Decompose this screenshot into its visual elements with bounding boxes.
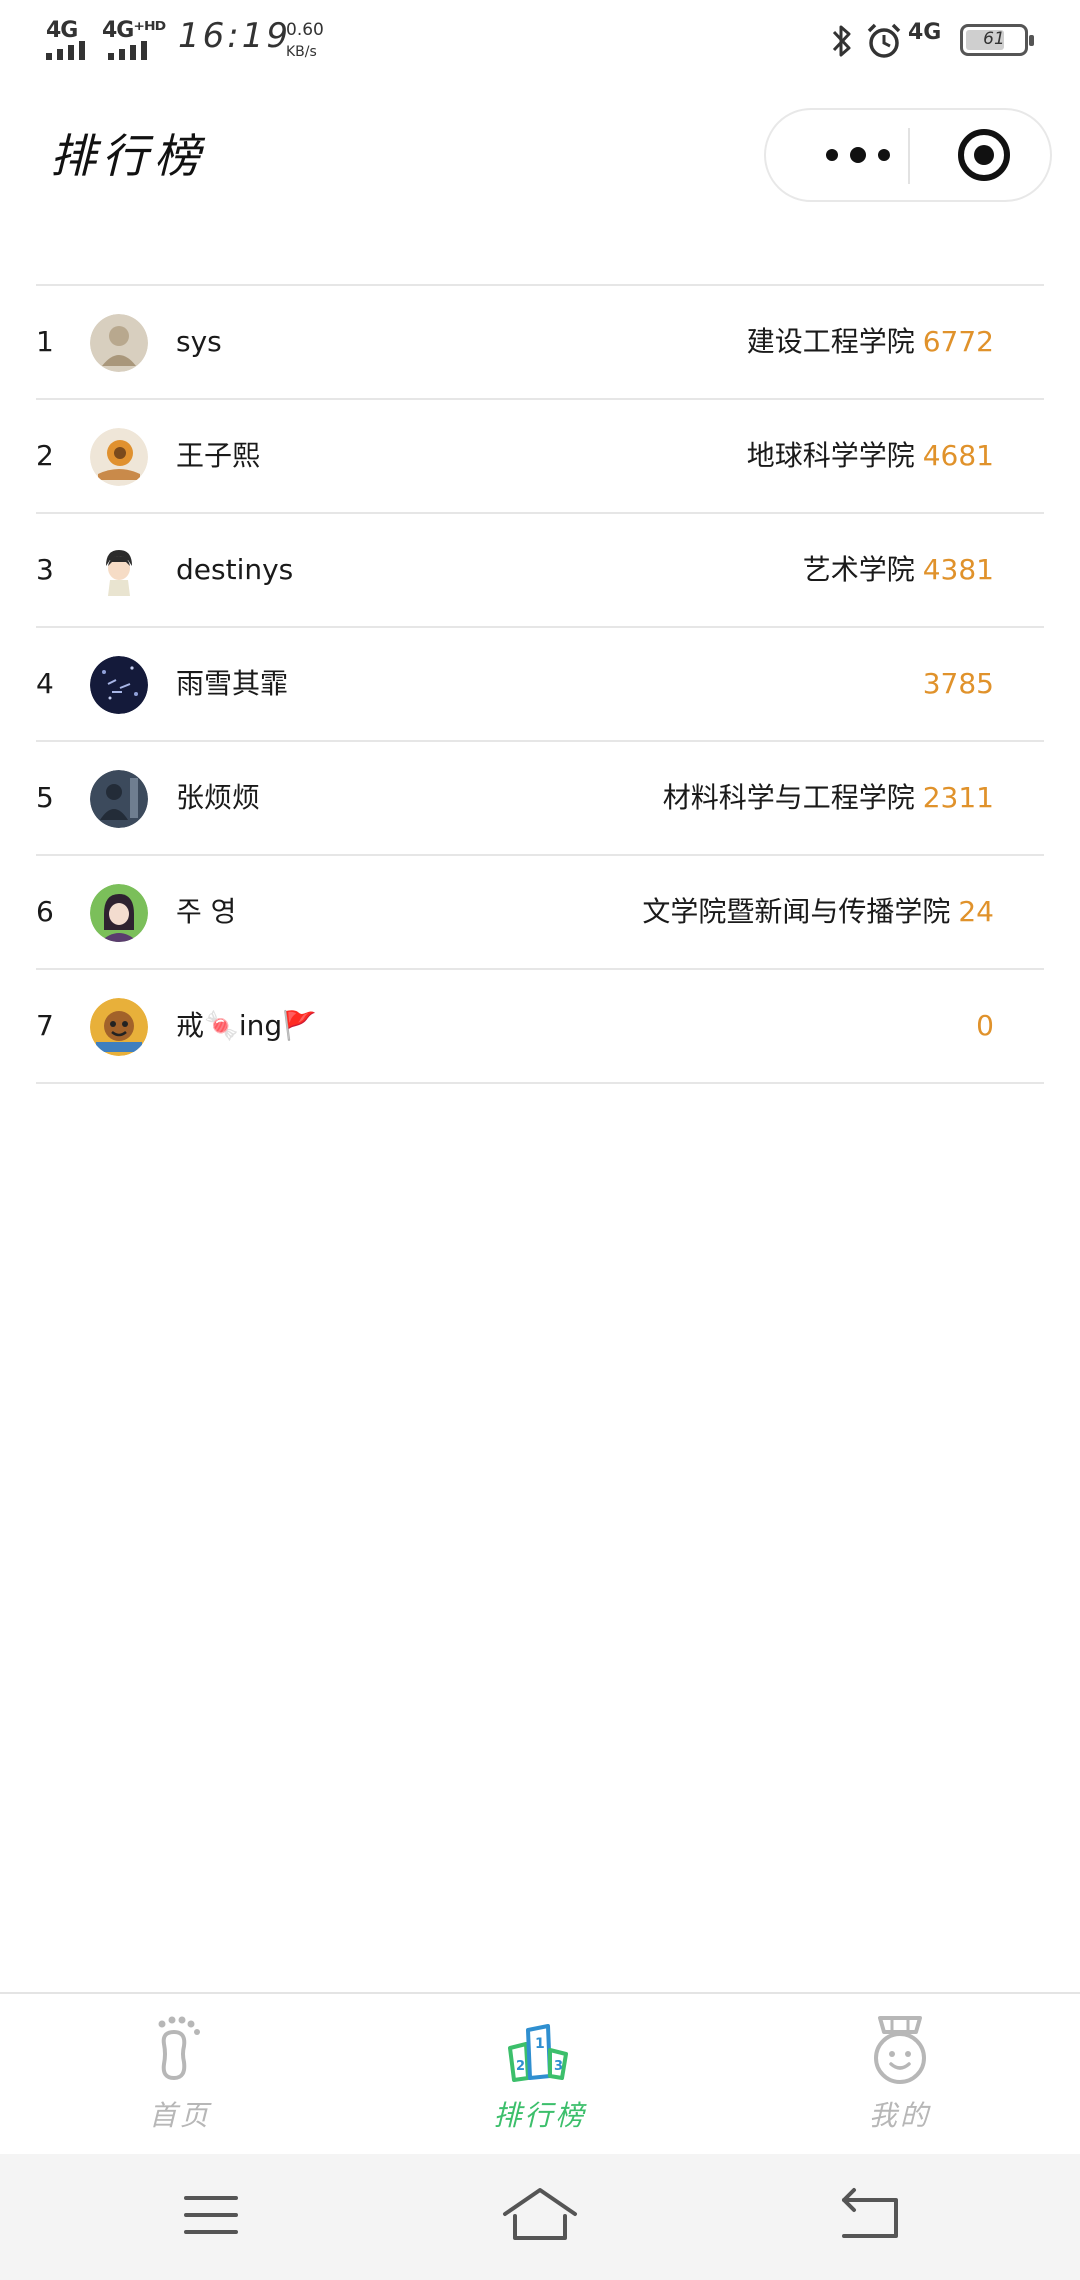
bottom-tab-bar: 首页 2 1 3 排行榜 我的 — [0, 1992, 1080, 2156]
user-name: 주 영 — [176, 895, 237, 928]
signal-strength-icon-2: 4G⁺ᴴᴰ — [102, 18, 166, 60]
rank-number: 1 — [36, 325, 54, 358]
avatar — [90, 314, 148, 372]
score: 0 — [976, 1009, 994, 1042]
network-type-right: 4G — [908, 20, 942, 45]
footprint-icon — [158, 2016, 200, 2081]
network-type-label-2: 4G⁺ᴴᴰ — [102, 18, 166, 43]
college-name: 艺术学院 — [802, 553, 915, 586]
user-name: sys — [176, 325, 222, 358]
capsule-divider — [908, 128, 910, 184]
row-info: 建设工程学院 6772 — [747, 286, 994, 398]
leaderboard-list: 1 sys 建设工程学院 6772 2 王子熙 地球科学学院 4681 3 dest… — [36, 284, 1044, 1084]
tab-label: 首页 — [148, 2099, 211, 2132]
user-name: 戒🍬ing🚩 — [176, 1009, 318, 1042]
row-info: 文学院暨新闻与传播学院 24 — [642, 856, 994, 968]
score: 6772 — [922, 325, 994, 358]
user-name: 张烦烦 — [176, 781, 261, 814]
rank-number: 3 — [36, 553, 54, 586]
tab-leaderboard[interactable]: 2 1 3 排行榜 — [440, 1994, 640, 2154]
medal-face-icon — [874, 2016, 926, 2084]
signal-strength-icon: 4G — [46, 18, 102, 60]
college-name: 文学院暨新闻与传播学院 — [642, 895, 951, 928]
rank-number: 5 — [36, 781, 54, 814]
rank-number: 6 — [36, 895, 54, 928]
network-speed-unit: KB/s — [286, 44, 317, 60]
college-name: 建设工程学院 — [746, 325, 915, 358]
svg-text:2: 2 — [516, 2059, 525, 2074]
score: 3785 — [922, 667, 994, 700]
network-speed: 0.60 — [286, 20, 324, 40]
battery-icon: 61 — [960, 24, 1034, 56]
college-name: 材料科学与工程学院 — [662, 781, 915, 814]
leaderboard-row[interactable]: 6 주 영 文学院暨新闻与传播学院 24 — [36, 856, 1044, 970]
user-name: 王子熙 — [176, 439, 261, 472]
leaderboard-row[interactable]: 3 destinys 艺术学院 4381 — [36, 514, 1044, 628]
row-info: 地球科学学院 4681 — [747, 400, 994, 512]
leaderboard-row[interactable]: 5 张烦烦 材料科学与工程学院 2311 — [36, 742, 1044, 856]
status-time: 16:19 — [178, 16, 291, 56]
system-navigation-bar — [0, 2154, 1080, 2280]
tab-home[interactable]: 首页 — [80, 1994, 280, 2154]
score: 2311 — [922, 781, 994, 814]
leaderboard-row[interactable]: 7 戒🍬ing🚩 0 — [36, 970, 1044, 1084]
alarm-icon — [867, 23, 901, 58]
user-name: destinys — [176, 553, 294, 586]
close-target-icon[interactable] — [958, 129, 1010, 181]
rank-number: 7 — [36, 1009, 54, 1042]
battery-level: 61 — [983, 29, 1005, 49]
network-type-label: 4G — [46, 18, 78, 43]
bluetooth-icon — [832, 25, 851, 57]
score: 4381 — [922, 553, 994, 586]
back-icon[interactable] — [826, 2180, 916, 2250]
row-info: 0 — [968, 970, 994, 1082]
podium-icon: 2 1 3 — [508, 2024, 568, 2082]
rank-number: 4 — [36, 667, 54, 700]
tab-mine[interactable]: 我的 — [800, 1994, 1000, 2154]
row-info: 3785 — [915, 628, 994, 740]
tab-label: 排行榜 — [493, 2099, 587, 2132]
more-dots-icon[interactable] — [808, 110, 908, 200]
leaderboard-row[interactable]: 2 王子熙 地球科学学院 4681 — [36, 400, 1044, 514]
avatar — [90, 428, 148, 486]
leaderboard-row[interactable]: 1 sys 建设工程学院 6772 — [36, 286, 1044, 400]
user-name: 雨雪其霏 — [176, 667, 289, 700]
avatar — [90, 656, 148, 714]
home-icon[interactable] — [495, 2180, 585, 2250]
menu-icon[interactable] — [166, 2180, 256, 2250]
row-info: 材料科学与工程学院 2311 — [663, 742, 994, 854]
score: 4681 — [922, 439, 994, 472]
row-info: 艺术学院 4381 — [803, 514, 994, 626]
score: 24 — [958, 895, 994, 928]
svg-text:1: 1 — [535, 2036, 545, 2052]
tab-label: 我的 — [868, 2099, 931, 2132]
page-title: 排行榜 — [50, 129, 206, 183]
avatar — [90, 770, 148, 828]
svg-text:3: 3 — [554, 2059, 563, 2074]
mini-program-capsule — [764, 108, 1052, 202]
college-name: 地球科学学院 — [746, 439, 915, 472]
avatar — [90, 884, 148, 942]
leaderboard-row[interactable]: 4 雨雪其霏 3785 — [36, 628, 1044, 742]
avatar — [90, 998, 148, 1056]
avatar — [90, 542, 148, 600]
status-bar: 4G 4G⁺ᴴᴰ 16:19 0.60 KB/s 4G 61 — [0, 0, 1080, 78]
rank-number: 2 — [36, 439, 54, 472]
